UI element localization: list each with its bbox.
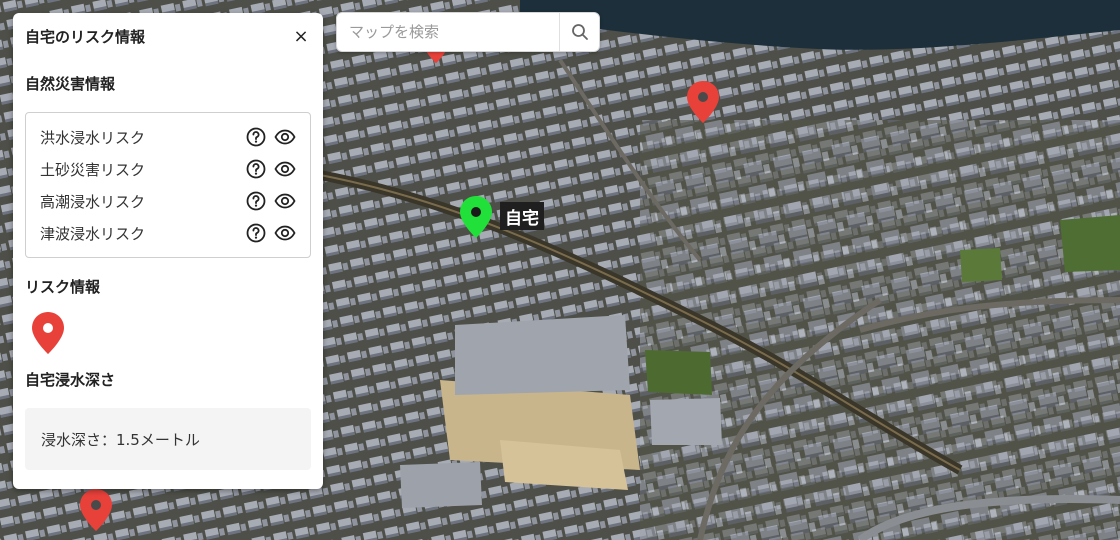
panel-header: 自宅のリスク情報 ×	[25, 13, 311, 59]
list-item-landslide: 土砂災害リスク	[40, 153, 296, 185]
eye-icon[interactable]	[274, 159, 296, 179]
risk-label: 高潮浸水リスク	[40, 192, 146, 211]
search-button[interactable]	[559, 13, 599, 51]
search-icon	[571, 24, 588, 40]
list-item-storm-surge: 高潮浸水リスク	[40, 185, 296, 217]
risk-info-panel: 自宅のリスク情報 × 自然災害情報 洪水浸水リスク 土砂災害リスク 高潮浸水リス…	[13, 13, 323, 489]
eye-icon[interactable]	[274, 223, 296, 243]
help-icon[interactable]	[246, 159, 266, 179]
natural-disaster-heading: 自然災害情報	[25, 75, 116, 93]
flood-depth-heading: 自宅浸水深さ	[25, 371, 116, 389]
help-icon[interactable]	[246, 127, 266, 147]
search-input[interactable]	[337, 13, 559, 51]
risk-label: 津波浸水リスク	[40, 224, 146, 243]
close-button[interactable]: ×	[291, 26, 311, 47]
risk-layer-list: 洪水浸水リスク 土砂災害リスク 高潮浸水リスク 津波浸水リスク	[25, 112, 311, 258]
list-item-flood: 洪水浸水リスク	[40, 121, 296, 153]
risk-marker-icon[interactable]	[686, 80, 720, 124]
help-icon[interactable]	[246, 191, 266, 211]
eye-icon[interactable]	[274, 191, 296, 211]
list-item-tsunami: 津波浸水リスク	[40, 217, 296, 249]
help-icon[interactable]	[246, 223, 266, 243]
eye-icon[interactable]	[274, 127, 296, 147]
flood-depth-box: 浸水深さ：1.5メートル	[25, 408, 311, 470]
risk-legend	[31, 311, 311, 359]
flood-depth-value: 浸水深さ：1.5メートル	[41, 430, 200, 449]
risk-label: 洪水浸水リスク	[40, 128, 146, 147]
home-marker-icon[interactable]	[459, 195, 493, 239]
risk-marker-icon[interactable]	[79, 488, 113, 532]
red-map-pin-icon	[32, 312, 64, 354]
risk-label: 土砂災害リスク	[40, 160, 146, 179]
panel-title: 自宅のリスク情報	[25, 27, 146, 46]
map-search	[336, 12, 600, 52]
risk-info-heading: リスク情報	[25, 278, 101, 296]
home-label: 自宅	[500, 202, 544, 230]
